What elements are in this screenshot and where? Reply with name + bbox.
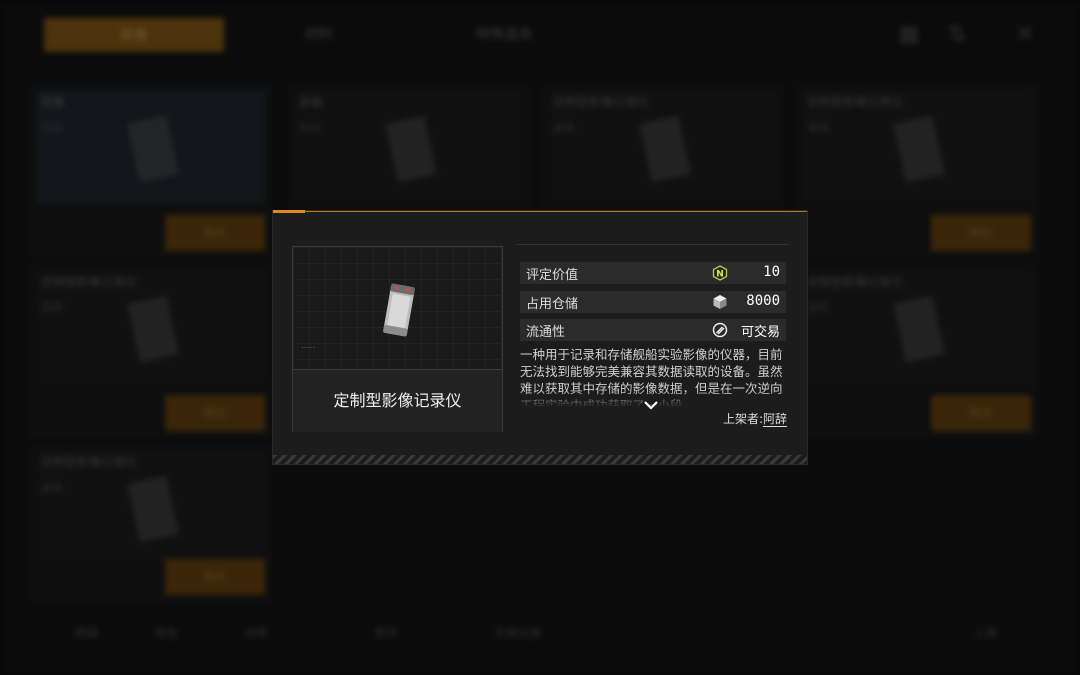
item-preview-panel: ..... 定制型影像记录仪 (292, 246, 503, 432)
hazard-stripe (273, 455, 807, 464)
value-row: 评定价值 N 10 (520, 262, 786, 284)
seller-info: 上架者:阿辞 (723, 410, 787, 427)
n-coin-icon: N (712, 265, 728, 281)
cube-icon (713, 295, 727, 309)
trade-icon (712, 322, 728, 338)
recorder-item-image (383, 283, 415, 337)
item-name: 定制型影像记录仪 (293, 369, 502, 432)
divider (517, 244, 789, 245)
value-label: 评定价值 (526, 268, 579, 283)
svg-text:N: N (716, 270, 724, 280)
chevron-down-icon[interactable] (643, 400, 659, 410)
tradability-row: 流通性 可交易 (520, 319, 786, 341)
item-detail-dialog: ..... 定制型影像记录仪 评定价值 N 10 占用仓储 8000 流通性 可… (273, 210, 807, 464)
value-amount: 10 (763, 264, 780, 280)
accent-bar (273, 210, 305, 213)
seller-name[interactable]: 阿辞 (762, 412, 787, 427)
storage-amount: 8000 (746, 293, 780, 309)
storage-label: 占用仓储 (526, 297, 579, 312)
storage-row: 占用仓储 8000 (520, 291, 786, 313)
tradability-status: 可交易 (740, 325, 780, 340)
preview-ellipsis: ..... (301, 341, 316, 351)
seller-label: 上架者: (722, 412, 763, 426)
tradability-label: 流通性 (526, 325, 566, 340)
